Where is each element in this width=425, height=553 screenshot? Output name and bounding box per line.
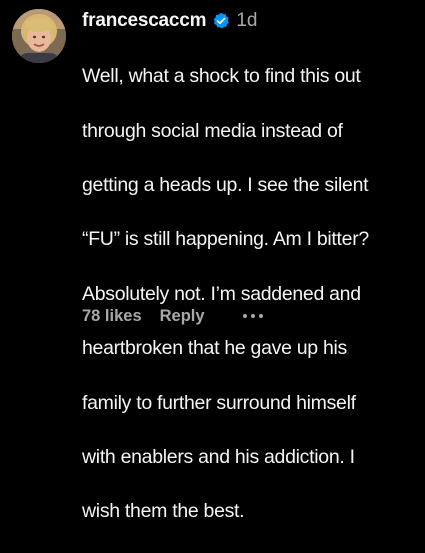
avatar-image	[12, 9, 66, 63]
comment-footer: 78 likes Reply	[82, 305, 265, 327]
username[interactable]: francescaccm	[82, 10, 207, 32]
verified-badge-icon	[212, 12, 230, 30]
comment-header: francescaccm 1d	[82, 8, 258, 34]
comment-text: Well, what a shock to find this out thro…	[82, 36, 422, 553]
comment-line: getting a heads up. I see the silent	[82, 174, 369, 197]
reply-button[interactable]: Reply	[160, 307, 205, 326]
comment-line: Absolutely not. I’m saddened and	[82, 282, 361, 305]
comment-line: wish them the best.	[82, 500, 245, 523]
comment-line: family to further surround himself	[82, 391, 356, 414]
timestamp[interactable]: 1d	[236, 10, 257, 32]
likes-count[interactable]: 78 likes	[82, 307, 142, 326]
comment: francescaccm 1d Well, what a shock to fi…	[0, 0, 425, 522]
comment-line: with enablers and his addiction. I	[82, 446, 355, 469]
comment-line: “FU” is still happening. Am I bitter?	[82, 228, 369, 251]
comment-line: through social media instead of	[82, 119, 343, 142]
avatar[interactable]	[12, 9, 66, 63]
comment-line: Well, what a shock to find this out	[82, 65, 361, 88]
comment-line: heartbroken that he gave up his	[82, 337, 347, 360]
more-options-icon[interactable]	[241, 306, 265, 326]
